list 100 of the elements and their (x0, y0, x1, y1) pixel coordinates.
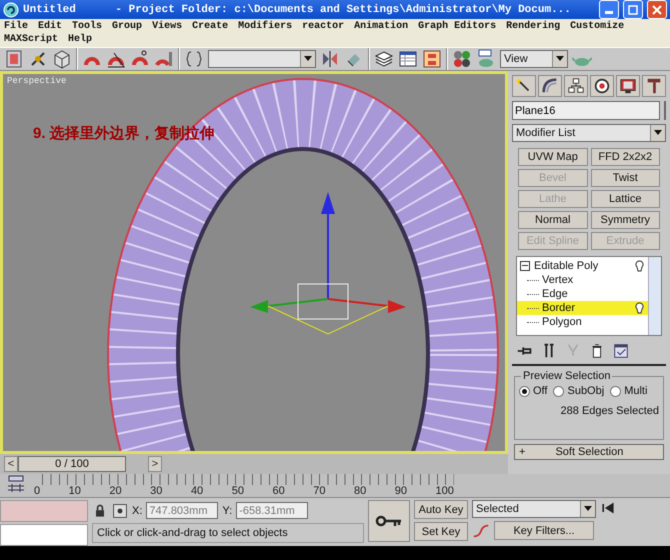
dropdown-arrow-icon[interactable] (654, 130, 662, 136)
script-output-field[interactable] (0, 524, 88, 546)
menu-item[interactable]: Graph Editors (418, 21, 496, 32)
next-frame-button[interactable]: > (148, 456, 162, 472)
menu-item[interactable]: Group (112, 21, 142, 32)
tick-label: 0 (34, 485, 40, 497)
panel-tab[interactable] (616, 75, 640, 97)
view-dropdown[interactable]: View (500, 50, 568, 68)
previous-frame-button[interactable]: < (4, 456, 18, 472)
x-coordinate-field[interactable]: 747.803mm (146, 502, 218, 519)
radio-dot[interactable] (519, 386, 530, 396)
tick-label: 30 (150, 485, 162, 497)
hammer-icon (645, 77, 663, 95)
named-selection-dropdown[interactable] (208, 50, 316, 68)
stack-sub-item[interactable]: Edge (517, 287, 648, 301)
layers-icon[interactable] (374, 49, 394, 69)
crosshair-box-icon[interactable] (112, 502, 128, 518)
panel-tab[interactable] (512, 75, 536, 97)
panel-tab[interactable] (642, 75, 666, 97)
app-icon (3, 2, 19, 18)
stack-item[interactable]: Editable Poly (517, 259, 648, 273)
configure-icon[interactable] (612, 342, 630, 360)
menu-item[interactable]: MAXScript (4, 34, 58, 45)
menu-item[interactable]: Views (152, 21, 182, 32)
radio-dot[interactable] (610, 386, 622, 396)
schematic-icon[interactable] (422, 49, 442, 69)
tick-label: 10 (68, 485, 81, 497)
y-label: Y: (222, 504, 232, 516)
go-to-start-icon[interactable] (600, 500, 616, 516)
dropdown-arrow-icon[interactable] (584, 506, 592, 512)
tick-label: 70 (313, 485, 326, 497)
menu-item[interactable]: Animation (354, 21, 408, 32)
x-label: X: (132, 504, 142, 516)
radio-option[interactable]: Off (519, 385, 548, 397)
time-slider-thumb[interactable]: 0 / 100 (18, 456, 126, 472)
modifier-list-dropdown[interactable]: Modifier List (512, 124, 666, 142)
menu-item[interactable]: Edit (38, 21, 62, 32)
dropdown-arrow-icon[interactable] (304, 56, 312, 62)
track-bar-icon[interactable] (6, 474, 26, 494)
menu-item[interactable]: Modifiers (238, 21, 292, 32)
tick-label: 40 (190, 485, 204, 497)
maximize-icon (628, 4, 638, 14)
prompt-text: Click or click-and-drag to select objects (92, 523, 364, 543)
tick-label: 100 (436, 485, 454, 497)
auto-key-button[interactable]: Auto Key (414, 500, 468, 519)
transform-gizmo-drawing[interactable] (250, 192, 406, 335)
script-listener-field[interactable] (0, 500, 88, 522)
collapse-toggle-icon[interactable] (520, 261, 530, 271)
modifier-button[interactable]: Normal (518, 211, 588, 229)
scrollbar[interactable] (648, 257, 661, 335)
dropdown-arrow-icon[interactable] (556, 56, 564, 62)
modifier-button[interactable]: Twist (590, 169, 660, 187)
minimize-button[interactable] (599, 0, 619, 19)
menu-item[interactable]: Customize (570, 21, 624, 32)
set-key-button[interactable] (368, 500, 410, 542)
rollout-header[interactable]: + Soft Selection (514, 444, 664, 460)
set-key-mode-button[interactable]: Set Key (414, 522, 468, 541)
box-icon[interactable] (52, 49, 72, 69)
tangent-curve-icon[interactable] (472, 522, 490, 540)
radio-option[interactable]: SubObj (553, 385, 604, 397)
tick-label: 60 (272, 485, 285, 497)
y-coordinate-field[interactable]: -658.31mm (236, 502, 308, 519)
caption-text: 9. 选择里外边界，复制拉伸 (33, 124, 215, 143)
key-filters-button[interactable]: Key Filters... (494, 521, 594, 540)
radio-dot[interactable] (553, 386, 564, 396)
radio-option[interactable]: Multi (610, 385, 648, 397)
menu-item[interactable]: Help (68, 34, 92, 45)
modifier-button[interactable]: Symmetry (590, 211, 660, 229)
menu-item[interactable]: reactor (302, 21, 344, 32)
grid-window-icon[interactable] (398, 49, 418, 69)
key-mode-dropdown[interactable]: Selected (472, 500, 596, 518)
light-bulb-icon[interactable] (635, 302, 644, 314)
light-bulb-icon[interactable] (635, 260, 644, 272)
modifier-button[interactable]: Lattice (590, 190, 660, 208)
panel-tab[interactable] (590, 75, 614, 97)
modifier-button[interactable]: UVW Map (518, 148, 588, 166)
panel-tab[interactable] (538, 75, 562, 97)
panel-tab[interactable] (564, 75, 588, 97)
monitor-icon (619, 77, 637, 95)
maximize-button[interactable] (623, 0, 643, 19)
modifier-button[interactable]: FFD 2x2x2 (590, 148, 660, 166)
stack-sub-item[interactable]: Border (517, 301, 648, 315)
window-title: Untitled - Project Folder: c:\Documents and Settings\Administrator\My Docum... (23, 4, 572, 16)
material-spheres-icon[interactable] (452, 49, 472, 69)
window-pane-icon[interactable] (4, 49, 24, 69)
minimize-icon (605, 11, 613, 14)
menu-item[interactable]: Tools (72, 21, 102, 32)
teapot-window-icon[interactable] (476, 49, 496, 69)
menu-item[interactable]: Create (192, 21, 228, 32)
close-button[interactable] (647, 0, 667, 19)
hierarchy-icon (567, 77, 585, 95)
object-name-field[interactable]: Plane16 (512, 101, 660, 120)
mirror-icon[interactable] (320, 49, 340, 69)
braces-icon[interactable] (184, 49, 204, 69)
tick-label: 90 (394, 485, 408, 497)
menu-item[interactable]: Rendering (506, 21, 560, 32)
stack-sub-item[interactable]: Vertex (517, 273, 648, 287)
stack-sub-item[interactable]: Polygon (517, 315, 648, 329)
menu-item[interactable]: File (4, 21, 28, 32)
curve-icon (541, 77, 559, 95)
